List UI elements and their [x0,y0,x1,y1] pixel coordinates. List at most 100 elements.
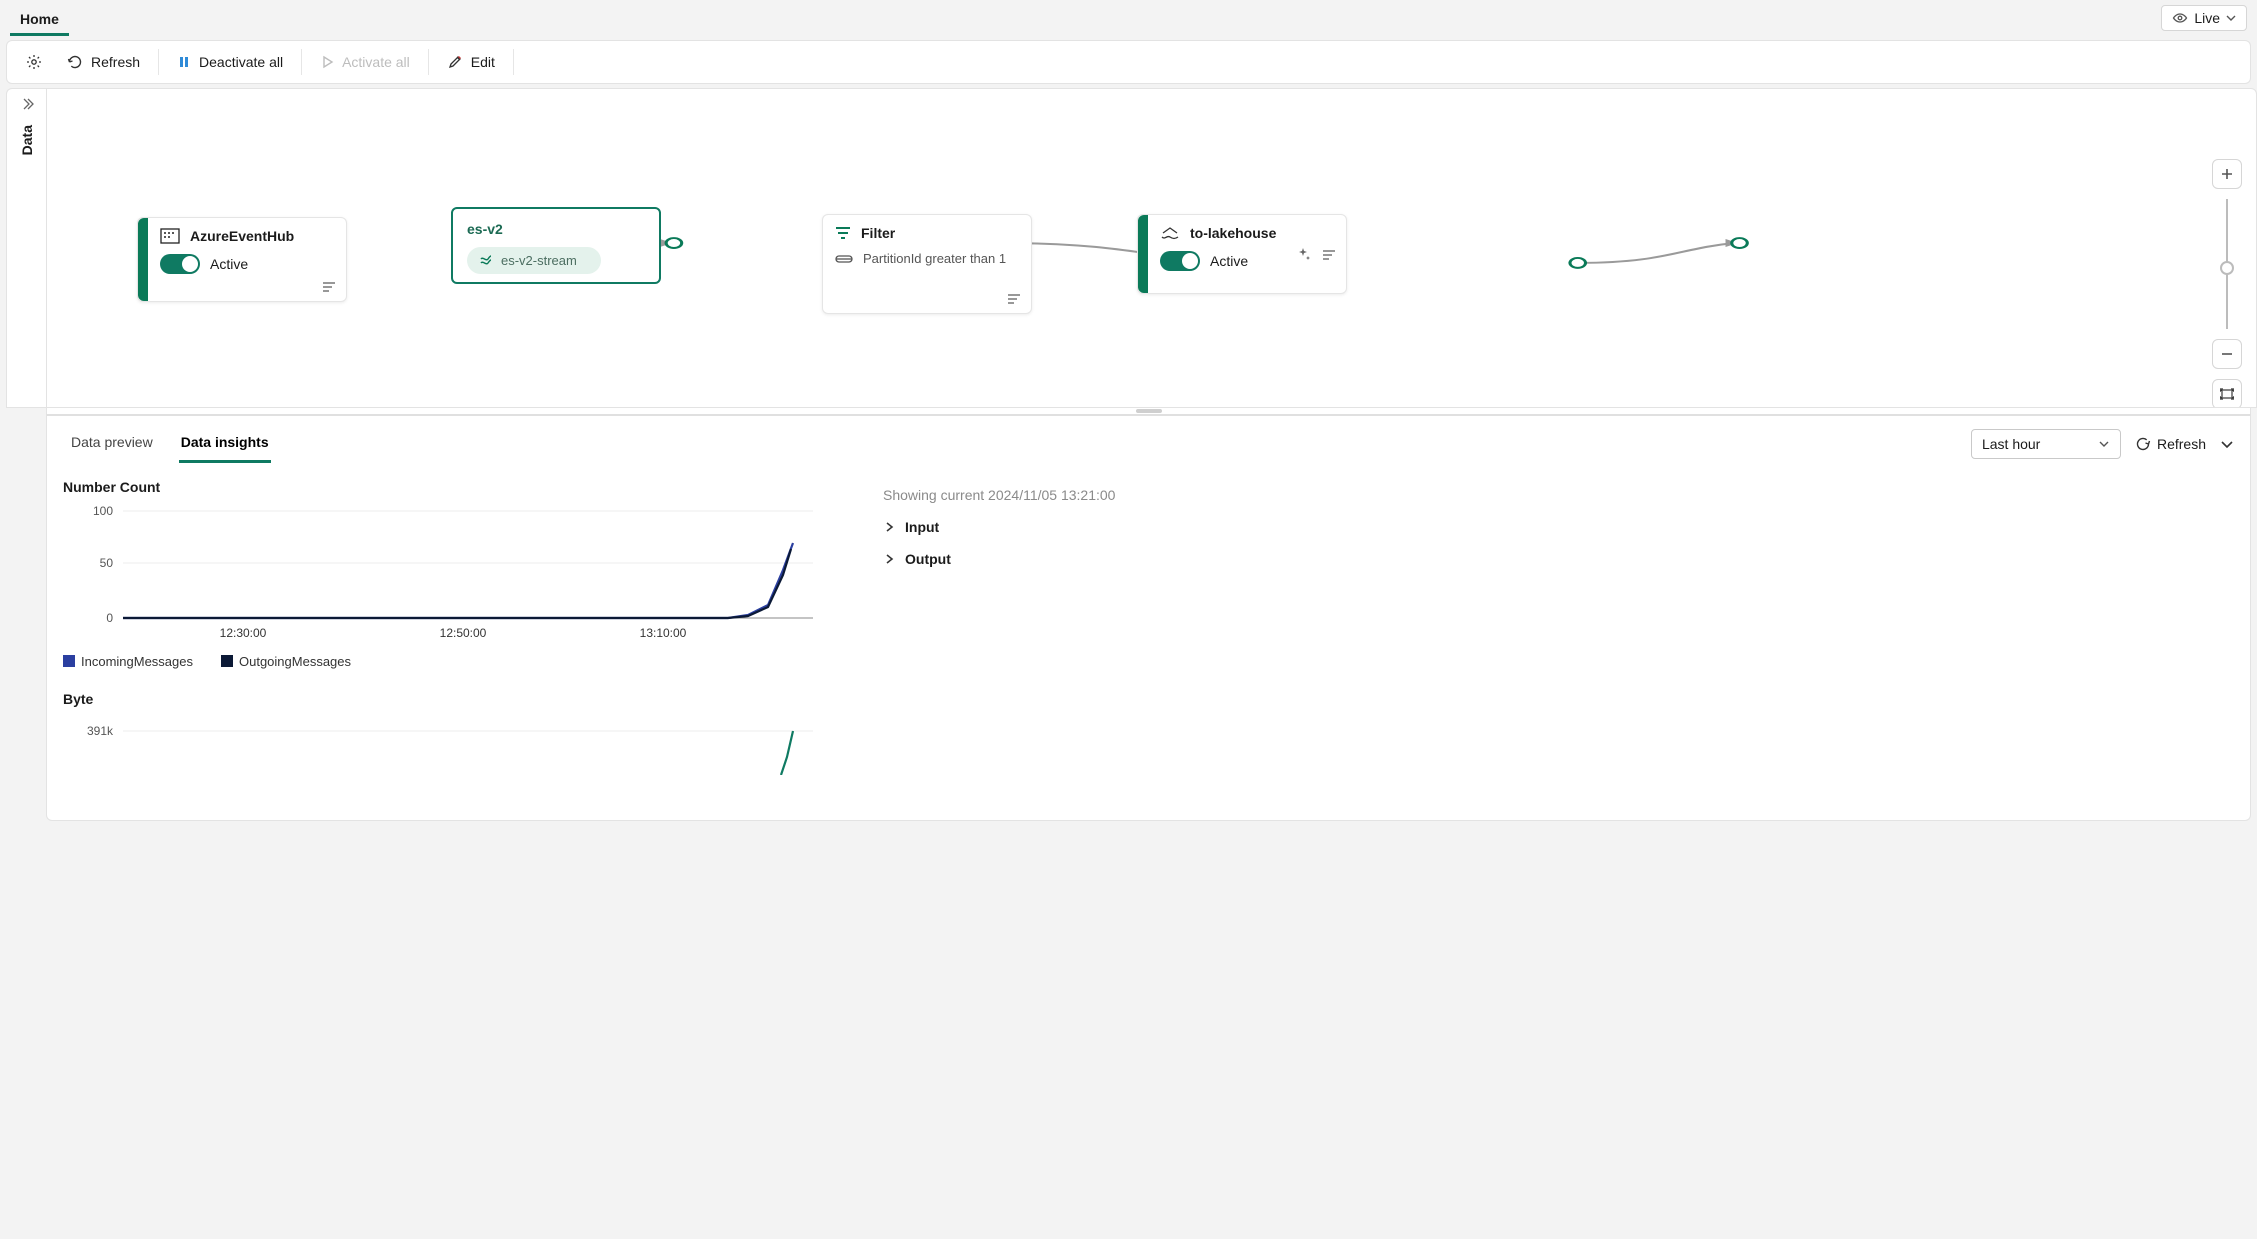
chart-svg: 0 50 100 12:30:00 12:50:00 13:10:00 [63,503,823,643]
zoom-out-button[interactable] [2212,339,2242,369]
canvas[interactable]: AzureEventHub Active es-v2 es-v2-stream [46,88,2257,408]
node-sink[interactable]: to-lakehouse Active [1137,214,1347,294]
series-bytes [781,731,793,775]
legend-item: IncomingMessages [63,654,193,669]
node-sub-row: PartitionId greater than 1 [835,251,1019,266]
ytick: 50 [100,556,114,570]
header-tabs: Home [10,0,69,36]
chevron-down-icon [2098,438,2110,450]
node-accent [1138,215,1148,293]
zoom-controls [2212,159,2242,408]
node-title: Filter [861,225,895,241]
showing-timestamp: Showing current 2024/11/05 13:21:00 [883,487,2210,503]
node-title-row: AzureEventHub [160,228,334,244]
chevron-down-icon [2226,13,2236,23]
tab-data-insights[interactable]: Data insights [179,424,271,463]
separator [513,49,514,75]
series-incoming [123,543,793,618]
activate-all-button: Activate all [310,48,420,76]
ytick: 100 [93,504,113,518]
node-title: es-v2 [467,221,645,237]
side-rail-label[interactable]: Data [19,125,35,155]
insights-side: Showing current 2024/11/05 13:21:00 Inpu… [883,479,2210,800]
charts-column: Number Count 0 50 100 12:30:00 12:50:00 … [63,479,823,800]
node-stream[interactable]: es-v2 es-v2-stream [451,207,661,284]
edit-label: Edit [471,54,495,70]
chart-title: Byte [63,691,823,707]
node-title: to-lakehouse [1190,225,1276,241]
node-menu-icon[interactable] [1322,249,1336,261]
xtick: 12:50:00 [440,626,487,640]
activate-all-label: Activate all [342,54,410,70]
active-toggle[interactable] [1160,251,1200,271]
zoom-slider[interactable] [2226,199,2228,329]
expander-label: Output [905,551,951,567]
tab-data-preview[interactable]: Data preview [69,424,155,463]
series-outgoing [123,549,791,618]
node-title-row: Filter [835,225,1019,241]
zoom-fit-button[interactable] [2212,379,2242,408]
ytick: 391k [87,724,114,738]
ytick: 0 [106,611,113,625]
separator [301,49,302,75]
node-accent [138,218,148,301]
gear-icon [25,53,43,71]
stream-chip-label: es-v2-stream [501,253,577,268]
node-sub-row: Active [160,254,334,274]
bottom-bar: Data preview Data insights Last hour Ref… [47,416,2250,463]
eye-icon [2172,10,2188,26]
header-bar: Home Live [0,0,2257,36]
expander-label: Input [905,519,939,535]
node-title-row: to-lakehouse [1160,225,1334,241]
node-subtitle: PartitionId greater than 1 [863,251,1006,266]
refresh-button[interactable]: Refresh [57,48,150,76]
xtick: 12:30:00 [220,626,267,640]
stream-icon [479,254,493,268]
bottom-tabs: Data preview Data insights [63,424,271,463]
bottom-panel: Data preview Data insights Last hour Ref… [46,414,2251,821]
node-menu-icon[interactable] [1007,293,1021,305]
active-toggle[interactable] [160,254,200,274]
chart-svg: 391k [63,715,823,775]
stream-chip[interactable]: es-v2-stream [467,247,601,274]
node-source[interactable]: AzureEventHub Active [137,217,347,302]
live-mode-dropdown[interactable]: Live [2161,5,2247,31]
timerange-select[interactable]: Last hour [1971,429,2121,459]
insights-body: Number Count 0 50 100 12:30:00 12:50:00 … [47,463,2250,800]
legend-item: OutgoingMessages [221,654,351,669]
chart-legend: IncomingMessages OutgoingMessages [63,654,823,669]
timerange-value: Last hour [1982,436,2040,452]
lakehouse-icon [1160,225,1180,241]
expander-output[interactable]: Output [883,543,2210,575]
edit-button[interactable]: Edit [437,48,505,76]
main-area: Data [6,88,2257,408]
edit-icon [447,54,463,70]
deactivate-all-label: Deactivate all [199,54,283,70]
separator [158,49,159,75]
zoom-thumb[interactable] [2220,261,2234,275]
expand-icon[interactable] [20,97,34,111]
refresh-icon [67,54,83,70]
separator [428,49,429,75]
filter-icon [835,226,851,240]
sparkle-icon[interactable] [1296,247,1310,261]
settings-button[interactable] [15,47,53,77]
expander-input[interactable]: Input [883,511,2210,543]
chevron-down-icon[interactable] [2220,437,2234,451]
refresh-insights-button[interactable]: Refresh [2135,436,2206,452]
chart-number-count: Number Count 0 50 100 12:30:00 12:50:00 … [63,479,823,669]
node-filter[interactable]: Filter PartitionId greater than 1 [822,214,1032,314]
node-menu-icon[interactable] [322,281,336,293]
node-title: AzureEventHub [190,228,294,244]
node-status: Active [210,256,248,272]
chevron-right-icon [883,553,895,565]
refresh-label: Refresh [2157,436,2206,452]
bottom-controls: Last hour Refresh [1971,429,2234,459]
eventhub-icon [160,228,180,244]
pause-icon [177,55,191,69]
tab-home[interactable]: Home [10,3,69,36]
xtick: 13:10:00 [640,626,687,640]
side-rail: Data [6,88,46,408]
deactivate-all-button[interactable]: Deactivate all [167,48,293,76]
zoom-in-button[interactable] [2212,159,2242,189]
